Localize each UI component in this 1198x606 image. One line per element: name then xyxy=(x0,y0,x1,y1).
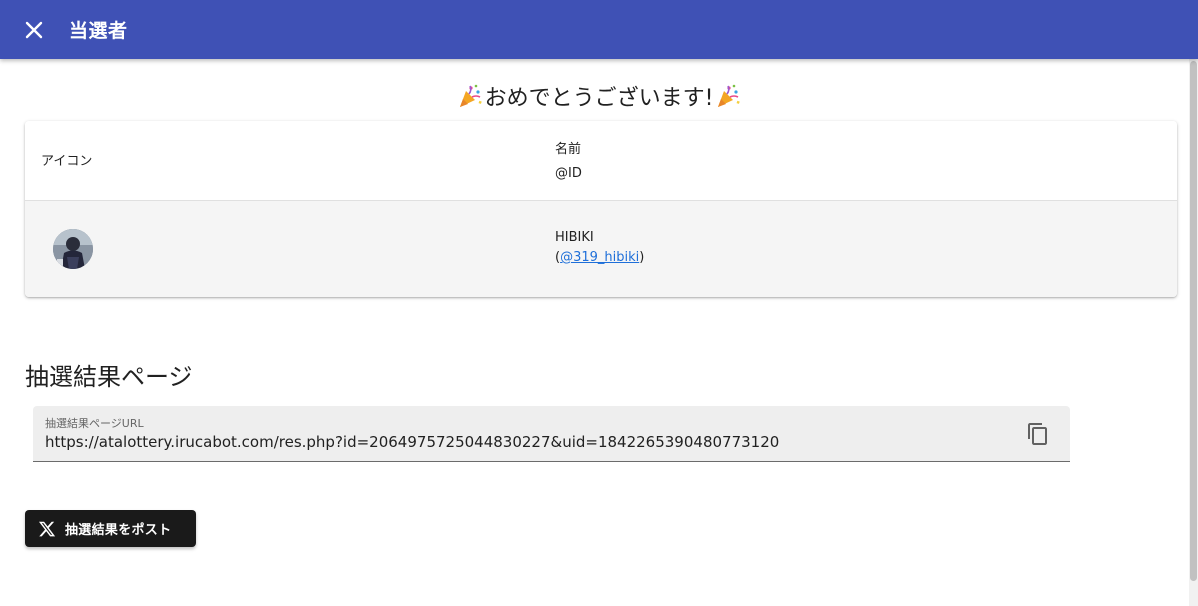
winner-id: (@319_hibiki) xyxy=(555,248,644,268)
party-popper-icon xyxy=(718,84,741,107)
copy-icon xyxy=(1028,423,1047,445)
results-section-title: 抽選結果ページ xyxy=(25,363,193,391)
table-header: アイコン 名前 @ID xyxy=(25,121,1177,201)
app-bar: 当選者 xyxy=(0,0,1198,59)
post-results-label: 抽選結果をポスト xyxy=(65,523,172,538)
header-icon-column: アイコン xyxy=(41,154,93,169)
id-close-paren: ) xyxy=(639,250,645,265)
x-logo-icon xyxy=(38,520,56,538)
close-button[interactable] xyxy=(19,15,49,45)
header-name-column: 名前 @ID xyxy=(555,138,582,186)
post-results-button[interactable]: 抽選結果をポスト xyxy=(25,510,196,547)
table-row: HIBIKI (@319_hibiki) xyxy=(25,201,1177,297)
result-url-value[interactable]: https://atalottery.irucabot.com/res.php?… xyxy=(45,433,779,451)
congrats-text: おめでとうございます! xyxy=(484,86,714,111)
header-id-label: @ID xyxy=(555,166,582,181)
header-name-label: 名前 xyxy=(555,142,582,157)
winner-info: HIBIKI (@319_hibiki) xyxy=(555,228,644,268)
close-icon xyxy=(25,21,43,38)
winners-table: アイコン 名前 @ID HIBIKI (@319_hibiki) xyxy=(25,121,1177,297)
user-avatar xyxy=(53,229,93,269)
party-popper-icon xyxy=(459,84,482,107)
result-url-field[interactable]: 抽選結果ページURL https://atalottery.irucabot.c… xyxy=(33,406,1070,462)
dialog-title: 当選者 xyxy=(69,20,128,42)
result-url-label: 抽選結果ページURL xyxy=(45,417,144,430)
winner-handle-link[interactable]: @319_hibiki xyxy=(560,250,639,265)
congrats-heading: おめでとうございます! xyxy=(0,80,1198,112)
scrollbar-thumb[interactable] xyxy=(1190,61,1197,581)
copy-url-button[interactable] xyxy=(1024,420,1052,448)
winner-name: HIBIKI xyxy=(555,230,594,245)
